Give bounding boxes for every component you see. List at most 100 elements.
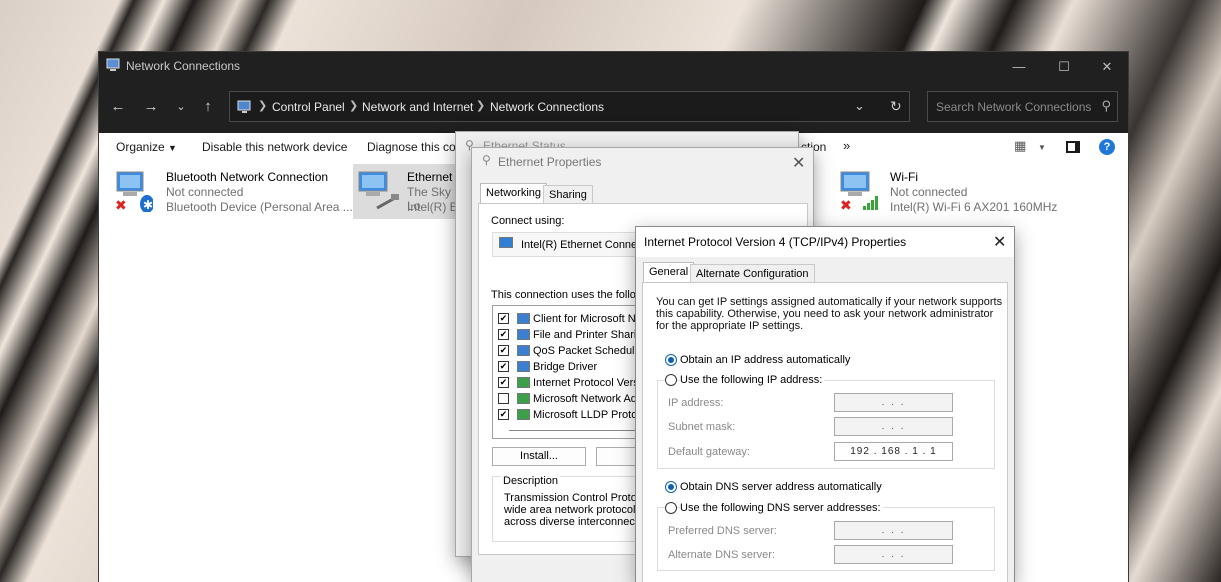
description-line: Transmission Control Protocol — [504, 492, 651, 504]
component-icon — [517, 409, 530, 420]
intro-line: for the appropriate IP settings. — [656, 320, 804, 332]
use-following-ip-radio[interactable] — [665, 374, 677, 386]
intro-text: You can get IP settings assigned automat… — [656, 296, 1002, 332]
description-label: Description — [501, 475, 561, 487]
component-icon — [517, 313, 530, 324]
tab-sharing[interactable]: Sharing — [543, 185, 593, 204]
component-label: File and Printer Sharing — [533, 329, 649, 341]
description-line: across diverse interconnected — [504, 516, 651, 528]
close-button[interactable]: ✕ — [993, 232, 1006, 252]
preferred-dns-input[interactable]: . . . — [834, 521, 953, 540]
svg-text:✖: ✖ — [115, 198, 127, 212]
forward-arrow-icon[interactable]: → — [141, 97, 161, 117]
connection-device: Intel(R) Et — [407, 200, 462, 214]
connection-item-wifi[interactable]: ✖ Wi-Fi Not connected Intel(R) Wi-Fi 6 A… — [837, 164, 1077, 219]
organize-menu[interactable]: Organize ▼ — [116, 140, 177, 154]
obtain-dns-auto-radio[interactable] — [665, 481, 677, 493]
adapter-icon — [499, 237, 513, 248]
tab-alternate-configuration[interactable]: Alternate Configuration — [690, 264, 815, 283]
alternate-dns-input[interactable]: . . . — [834, 545, 953, 564]
ip-address-label: IP address: — [668, 397, 724, 409]
connection-status: Not connected — [890, 185, 968, 199]
refresh-icon[interactable]: ↻ — [890, 98, 902, 115]
close-button[interactable]: ✕ — [792, 153, 805, 173]
window-title: Network Connections — [126, 59, 241, 73]
component-checkbox[interactable] — [498, 393, 509, 404]
close-button[interactable]: ✕ — [1085, 52, 1129, 81]
connection-name: Ethernet — [407, 170, 453, 184]
breadcrumb-separator: ❯ — [476, 100, 486, 112]
description-text: Transmission Control Protocol wide area … — [504, 492, 651, 528]
disable-device-button[interactable]: Disable this network device — [202, 140, 347, 154]
network-adapter-icon: ✖ ✱ — [115, 171, 153, 212]
intro-line: this capability. Otherwise, you need to … — [656, 308, 994, 320]
install-button[interactable]: Install... — [492, 447, 586, 466]
svg-text:✖: ✖ — [840, 198, 852, 212]
maximize-button[interactable]: ☐ — [1042, 52, 1086, 81]
preview-pane-icon[interactable] — [1066, 141, 1080, 153]
connection-item-ethernet[interactable]: Ethernet The Sky Lo Intel(R) Et — [353, 164, 463, 219]
address-bar[interactable]: ❯ Control Panel ❯ Network and Internet ❯… — [229, 91, 910, 122]
component-checkbox[interactable]: ✔ — [498, 361, 509, 372]
svg-text:✱: ✱ — [143, 198, 153, 212]
adapter-name: Intel(R) Ethernet Connecti — [521, 239, 649, 251]
default-gateway-label: Default gateway: — [668, 446, 750, 458]
ip-address-input[interactable]: . . . — [834, 393, 953, 412]
component-checkbox[interactable]: ✔ — [498, 313, 509, 324]
obtain-ip-auto-label[interactable]: Obtain an IP address automatically — [680, 354, 850, 366]
minimize-button[interactable]: — — [997, 52, 1041, 81]
search-icon[interactable]: ⚲ — [1101, 98, 1111, 114]
connection-name: Wi-Fi — [890, 170, 918, 184]
control-panel-icon — [237, 100, 251, 113]
component-icon — [517, 361, 530, 372]
dialog-title-bar[interactable]: Internet Protocol Version 4 (TCP/IPv4) P… — [636, 227, 1014, 257]
component-checkbox[interactable]: ✔ — [498, 329, 509, 340]
component-label: Bridge Driver — [533, 361, 598, 373]
component-label: Microsoft LLDP Protoco — [533, 409, 649, 421]
breadcrumb-network-and-internet[interactable]: Network and Internet — [362, 100, 473, 114]
change-view-icon[interactable]: ▦ — [1014, 138, 1026, 154]
breadcrumb-separator: ❯ — [349, 100, 359, 112]
search-input[interactable]: Search Network Connections — [936, 100, 1091, 114]
view-options-chevron-icon[interactable]: ▼ — [1038, 143, 1046, 152]
recent-locations-chevron-icon[interactable]: ⌄ — [171, 97, 191, 117]
use-following-dns-label[interactable]: Use the following DNS server addresses: — [680, 502, 883, 514]
back-arrow-icon[interactable]: ← — [108, 97, 128, 117]
use-following-dns-radio[interactable] — [665, 502, 677, 514]
general-panel: You can get IP settings assigned automat… — [642, 282, 1008, 582]
default-gateway-input[interactable]: 192 . 168 . 1 . 1 — [834, 442, 953, 461]
component-icon — [517, 393, 530, 404]
breadcrumb-network-connections[interactable]: Network Connections — [490, 100, 604, 114]
component-checkbox[interactable]: ✔ — [498, 409, 509, 420]
subnet-mask-input[interactable]: . . . — [834, 417, 953, 436]
dialog-title-bar[interactable]: ⚲ Ethernet Properties ✕ — [472, 148, 813, 176]
connection-name: Bluetooth Network Connection — [166, 170, 329, 184]
obtain-dns-auto-label[interactable]: Obtain DNS server address automatically — [680, 481, 882, 493]
connection-status: Not connected — [166, 185, 244, 199]
subnet-mask-label: Subnet mask: — [668, 421, 736, 433]
dialog-title: Internet Protocol Version 4 (TCP/IPv4) P… — [644, 235, 907, 249]
connection-item-bluetooth[interactable]: ✖ ✱ Bluetooth Network Connection Not con… — [113, 164, 353, 219]
use-following-ip-label[interactable]: Use the following IP address: — [680, 374, 825, 386]
search-box[interactable]: Search Network Connections ⚲ — [927, 91, 1118, 122]
diagnose-button[interactable]: Diagnose this con — [367, 140, 462, 154]
title-bar[interactable]: Network Connections — ☐ ✕ — [99, 52, 1128, 81]
help-icon[interactable]: ? — [1099, 139, 1115, 155]
component-label: QoS Packet Scheduler — [533, 345, 645, 357]
ethernet-plug-icon: ⚲ — [482, 153, 491, 167]
component-checkbox[interactable]: ✔ — [498, 377, 509, 388]
preferred-dns-label: Preferred DNS server: — [668, 525, 777, 537]
connect-using-label: Connect using: — [491, 215, 565, 227]
alternate-dns-label: Alternate DNS server: — [668, 549, 775, 561]
intro-line: You can get IP settings assigned automat… — [656, 296, 1003, 308]
tab-general[interactable]: General — [643, 262, 695, 283]
tab-networking[interactable]: Networking — [480, 183, 548, 204]
up-arrow-icon[interactable]: ↑ — [198, 97, 218, 117]
component-checkbox[interactable]: ✔ — [498, 345, 509, 356]
breadcrumb-control-panel[interactable]: Control Panel — [272, 100, 345, 114]
obtain-ip-auto-radio[interactable] — [665, 354, 677, 366]
more-commands-button[interactable]: » — [843, 138, 850, 153]
list-scrollbar[interactable] — [509, 430, 649, 431]
address-dropdown-chevron-icon[interactable]: ⌄ — [854, 98, 865, 114]
ethernet-adapter-icon — [358, 171, 399, 210]
